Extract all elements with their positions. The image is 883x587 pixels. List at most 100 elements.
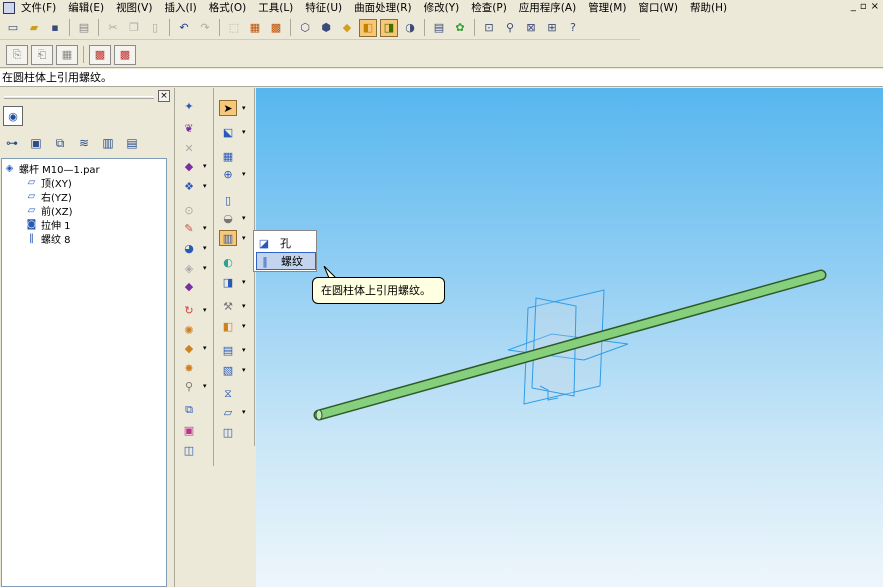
- menu-help[interactable]: 帮助(H): [690, 0, 727, 15]
- print-icon[interactable]: ▤: [75, 19, 93, 37]
- pattern-feature-icon[interactable]: ▣: [180, 422, 198, 438]
- normal-cut-icon[interactable]: ⊙: [180, 202, 198, 218]
- menu-applications[interactable]: 应用程序(A): [519, 0, 576, 15]
- lofted-cut-icon[interactable]: ◆: [180, 278, 198, 294]
- draft-icon[interactable]: ⚒: [219, 298, 237, 314]
- feature-pathfinder-tab-icon[interactable]: ◉: [3, 106, 23, 126]
- menu-manage[interactable]: 管理(M): [588, 0, 626, 15]
- menu-features[interactable]: 特征(U): [305, 0, 342, 15]
- menu-format[interactable]: 格式(O): [209, 0, 246, 15]
- tree-item-top-plane[interactable]: ▱ 顶(XY): [4, 175, 166, 190]
- menu-view[interactable]: 视图(V): [116, 0, 152, 15]
- color-icon[interactable]: ✿: [451, 19, 469, 37]
- help-pointer-icon[interactable]: ?: [564, 19, 582, 37]
- pane-grip[interactable]: [4, 96, 154, 99]
- mounting-boss-icon[interactable]: ⚲: [180, 378, 198, 394]
- shaded-visible-icon[interactable]: ◨: [380, 18, 398, 37]
- features-library-icon[interactable]: ▥: [97, 132, 119, 154]
- cutout-icon[interactable]: ✎: [180, 220, 198, 236]
- restore-button[interactable]: ▫: [860, 1, 867, 12]
- pattern-icon[interactable]: ▩: [89, 44, 111, 65]
- menu-window[interactable]: 窗口(W): [638, 0, 678, 15]
- sensors-icon[interactable]: ▤: [121, 132, 143, 154]
- minimize-button[interactable]: _: [851, 1, 856, 12]
- flyout-item-thread[interactable]: ‖ 螺纹: [256, 252, 316, 270]
- menu-surfacing[interactable]: 曲面处理(R): [354, 0, 412, 15]
- pattern-tool-icon[interactable]: ▤: [219, 342, 237, 358]
- sketch-view-icon[interactable]: ▩: [267, 19, 285, 37]
- tree-item-right-plane[interactable]: ▱ 右(YZ): [4, 189, 166, 204]
- layers-icon[interactable]: ≋: [73, 132, 95, 154]
- cut-tool-icon[interactable]: ▯: [219, 192, 237, 208]
- revolved-protrusion-icon[interactable]: ⊕: [219, 166, 237, 182]
- helix-icon[interactable]: ❖: [180, 178, 198, 194]
- shaded-icon[interactable]: ◆: [338, 19, 356, 37]
- sketch-icon[interactable]: ▦: [246, 19, 264, 37]
- family-parts-icon[interactable]: ⧉: [49, 132, 71, 154]
- thin-wall-icon[interactable]: ◧: [219, 318, 237, 334]
- part-copy-icon[interactable]: ◫: [219, 424, 237, 440]
- tree-root[interactable]: ◈ 螺杆 M10—1.par: [4, 161, 166, 176]
- sweep-icon[interactable]: ✕: [180, 140, 198, 156]
- save-icon[interactable]: ▪: [46, 19, 64, 37]
- display-options-icon[interactable]: ▤: [430, 19, 448, 37]
- round-icon[interactable]: ◐: [219, 254, 237, 270]
- select-tool-icon[interactable]: ➤: [219, 100, 237, 116]
- revolve-icon[interactable]: ❦: [180, 120, 198, 136]
- sketch-tool-icon[interactable]: ⬕: [219, 124, 237, 140]
- hole-thread-icon[interactable]: ▥: [219, 230, 237, 246]
- web-network-icon[interactable]: ✺: [180, 322, 198, 338]
- menu-edit[interactable]: 编辑(E): [68, 0, 104, 15]
- plane-tool-icon[interactable]: ⧖: [219, 386, 237, 402]
- close-button[interactable]: ×: [871, 1, 879, 12]
- rib-icon[interactable]: ↻: [180, 302, 198, 318]
- feature-icon[interactable]: ✦: [180, 98, 198, 114]
- loft-icon[interactable]: ◆: [180, 158, 198, 174]
- menu-inspect[interactable]: 检查(P): [471, 0, 507, 15]
- menu-modify[interactable]: 修改(Y): [424, 0, 460, 15]
- undo-icon[interactable]: ↶: [175, 19, 193, 37]
- lip-icon[interactable]: ◆: [180, 340, 198, 356]
- menu-file[interactable]: 文件(F): [21, 0, 56, 15]
- revolved-cut-tool-icon[interactable]: ◒: [219, 210, 237, 226]
- app-icon[interactable]: [3, 1, 15, 14]
- reference-plane-icon[interactable]: ▱: [219, 404, 237, 420]
- zoom-area-icon[interactable]: ⊡: [480, 19, 498, 37]
- chamfer-icon[interactable]: ◨: [219, 274, 237, 290]
- open-folder-icon[interactable]: ▰: [25, 19, 43, 37]
- grid-icon[interactable]: ▦: [56, 44, 78, 65]
- mirror-icon[interactable]: ⧉: [180, 402, 198, 418]
- cut-icon[interactable]: ✂: [104, 19, 122, 37]
- layer-icon[interactable]: ⎘: [6, 44, 28, 65]
- redo-icon[interactable]: ↷: [196, 19, 214, 37]
- paste-icon[interactable]: ▯: [146, 19, 164, 37]
- menu-insert[interactable]: 插入(I): [164, 0, 196, 15]
- fit-icon[interactable]: ⊠: [522, 19, 540, 37]
- thicken-icon[interactable]: ◫: [180, 442, 198, 458]
- pane-close-icon[interactable]: ×: [158, 90, 170, 102]
- copy-icon[interactable]: ❐: [125, 19, 143, 37]
- shaded-edges-icon[interactable]: ◧: [359, 18, 377, 37]
- visible-edges-icon[interactable]: ⬢: [317, 19, 335, 37]
- wireframe-icon[interactable]: ⬡: [296, 19, 314, 37]
- menu-tools[interactable]: 工具(L): [258, 0, 293, 15]
- library-icon[interactable]: ▣: [25, 132, 47, 154]
- layer-copy-icon[interactable]: ⎗: [31, 44, 53, 65]
- tree-item-front-plane[interactable]: ▱ 前(XZ): [4, 203, 166, 218]
- extrude-protrusion-icon[interactable]: ▦: [219, 148, 237, 164]
- flyout-item-hole[interactable]: ◪ 孔: [256, 234, 316, 252]
- new-file-icon[interactable]: ▭: [4, 19, 22, 37]
- revolved-cut-icon[interactable]: ◕: [180, 240, 198, 256]
- tree-view-icon[interactable]: ⊶: [1, 132, 23, 154]
- pan-icon[interactable]: ⊞: [543, 19, 561, 37]
- tree-item-thread[interactable]: ‖ 螺纹 8: [4, 231, 166, 246]
- pattern-copy-icon[interactable]: ▩: [114, 44, 136, 65]
- vent-icon[interactable]: ✸: [180, 360, 198, 376]
- tree-item-extrude[interactable]: ◙ 拉伸 1: [4, 217, 166, 232]
- select-icon[interactable]: ⬚: [225, 19, 243, 37]
- view-style-icon[interactable]: ◑: [401, 19, 419, 37]
- swept-cut-icon[interactable]: ◈: [180, 260, 198, 276]
- mirror-tool-icon[interactable]: ▧: [219, 362, 237, 378]
- zoom-icon[interactable]: ⚲: [501, 19, 519, 37]
- 3d-viewport[interactable]: [256, 88, 883, 587]
